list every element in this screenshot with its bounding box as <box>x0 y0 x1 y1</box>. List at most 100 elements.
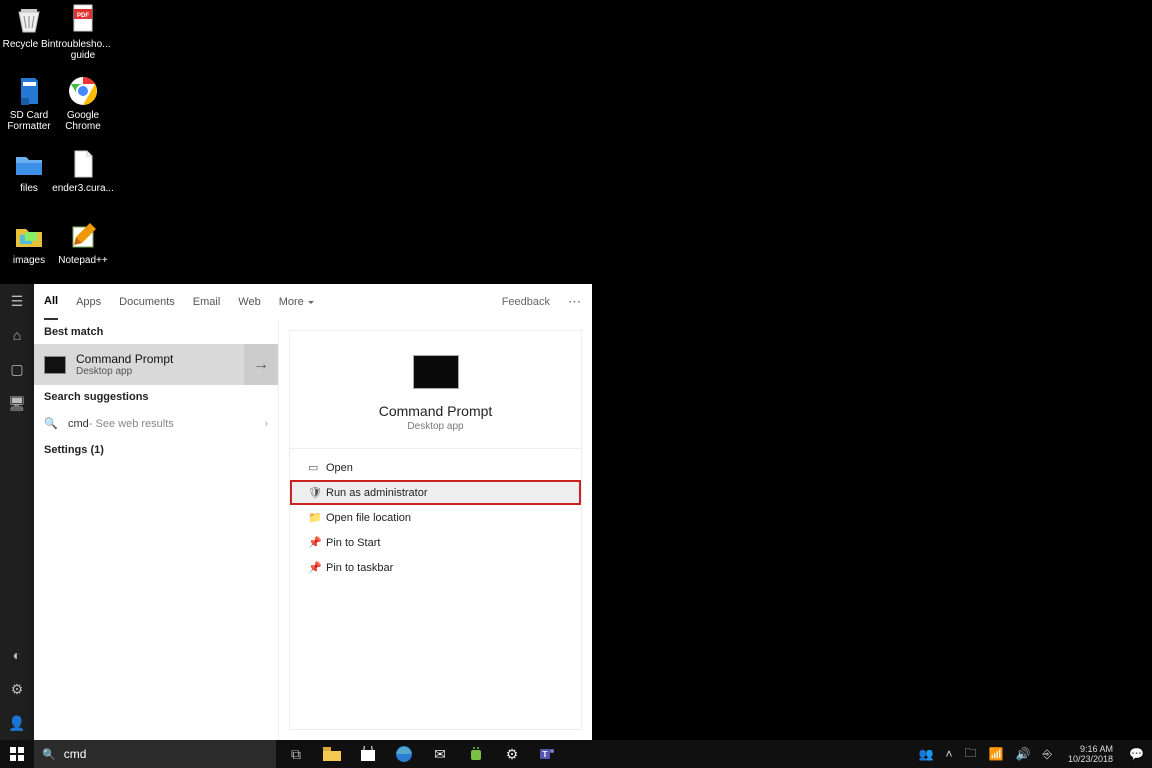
feedback-link[interactable]: Feedback <box>502 296 550 308</box>
taskbar-pinned-apps: ⧉ ✉ ⚙ T <box>280 740 564 768</box>
search-input[interactable] <box>64 747 268 761</box>
pin-start-icon: 📌 <box>308 536 326 549</box>
search-filter-tabs: All Apps Documents Email Web More Feedba… <box>34 284 592 320</box>
display-connect-icon[interactable]: ⎆ <box>1042 747 1052 762</box>
pdf-icon: PDF <box>66 3 100 37</box>
folder-images-icon <box>12 219 46 253</box>
clock-date: 10/23/2018 <box>1068 754 1113 764</box>
devices-icon[interactable]: 🖥 <box>0 386 34 420</box>
home-icon[interactable]: ⌂ <box>0 318 34 352</box>
taskbar-clock[interactable]: 9:16 AM 10/23/2018 <box>1064 744 1117 764</box>
desktop-icon-label: images <box>13 255 45 266</box>
people-icon[interactable]: 👥 <box>919 747 934 761</box>
tab-more[interactable]: More <box>279 284 314 320</box>
tab-all[interactable]: All <box>44 284 58 320</box>
taskbar-search-box[interactable]: 🔍 <box>34 740 276 768</box>
user-icon[interactable]: 👤 <box>0 706 34 740</box>
chevron-right-icon: › <box>264 418 268 430</box>
chrome-icon <box>66 74 100 108</box>
system-tray: 👥 ˄ 🗀 📶 🔊 ⎆ 9:16 AM 10/23/2018 💬 <box>911 740 1152 768</box>
teams-icon[interactable]: T <box>532 740 564 768</box>
volume-icon[interactable]: 🔊 <box>1015 747 1030 761</box>
folder-icon <box>12 147 46 181</box>
desktop-icon-chrome[interactable]: Google Chrome <box>56 74 110 132</box>
pin-taskbar-icon: 📌 <box>308 561 326 574</box>
android-icon[interactable] <box>460 740 492 768</box>
desktop-icon-label: Recycle Bin <box>3 39 56 50</box>
desktop-icon-label: ender3.cura... <box>52 183 114 194</box>
action-label: Pin to taskbar <box>326 562 393 574</box>
tab-web[interactable]: Web <box>238 284 260 320</box>
action-open-location[interactable]: 📁 Open file location <box>290 505 581 530</box>
action-center-icon[interactable]: 💬 <box>1129 747 1144 761</box>
clock-time: 9:16 AM <box>1068 744 1113 754</box>
svg-text:PDF: PDF <box>77 13 89 19</box>
desktop-icon-files[interactable]: files <box>2 147 56 194</box>
more-options-icon[interactable]: ⋯ <box>568 294 582 310</box>
desktop-icon-label: Google Chrome <box>56 110 110 132</box>
best-match-result[interactable]: Command Prompt Desktop app → <box>34 344 278 385</box>
desktop-icon-label: files <box>20 183 38 194</box>
svg-text:T: T <box>543 750 548 759</box>
action-pin-start[interactable]: 📌 Pin to Start <box>290 530 581 555</box>
section-settings: Settings (1) <box>34 438 278 462</box>
tab-email[interactable]: Email <box>193 284 221 320</box>
file-explorer-icon[interactable] <box>316 740 348 768</box>
action-pin-taskbar[interactable]: 📌 Pin to taskbar <box>290 555 581 580</box>
web-suggestion[interactable]: 🔍 cmd - See web results › <box>34 409 278 438</box>
open-icon: ▭ <box>308 461 326 474</box>
hamburger-icon[interactable]: ☰ <box>0 284 34 318</box>
preview-card: Command Prompt Desktop app ▭ Open 🛡 Run … <box>289 330 582 730</box>
folder-location-icon: 📁 <box>308 511 326 524</box>
suggestion-hint: - See web results <box>89 418 174 430</box>
cmd-icon <box>44 356 66 374</box>
search-icon: 🔍 <box>44 417 58 430</box>
desktop-icon-sd-formatter[interactable]: SD Card Formatter <box>2 74 56 132</box>
notebook-icon[interactable]: ▢ <box>0 352 34 386</box>
cmd-large-icon <box>413 355 459 389</box>
xbox-icon[interactable]: ◐ <box>0 638 34 672</box>
search-results-panel: All Apps Documents Email Web More Feedba… <box>34 284 592 740</box>
suggestion-query: cmd <box>68 418 89 430</box>
admin-shield-icon: 🛡 <box>308 486 326 499</box>
action-label: Open <box>326 462 353 474</box>
edge-icon[interactable] <box>388 740 420 768</box>
settings-icon[interactable]: ⚙ <box>496 740 528 768</box>
action-open[interactable]: ▭ Open <box>290 455 581 480</box>
desktop-icon-recycle-bin[interactable]: Recycle Bin <box>2 3 56 50</box>
action-run-as-admin[interactable]: 🛡 Run as administrator <box>290 480 581 505</box>
task-view-icon[interactable]: ⧉ <box>280 740 312 768</box>
desktop-icon-notepadpp[interactable]: Notepad++ <box>56 219 110 266</box>
taskbar: 🔍 ⧉ ✉ ⚙ T 👥 ˄ 🗀 📶 🔊 ⎆ 9:16 AM 10/23/201 <box>0 740 1152 768</box>
tab-apps[interactable]: Apps <box>76 284 101 320</box>
action-label: Pin to Start <box>326 537 380 549</box>
best-match-subtitle: Desktop app <box>76 366 173 377</box>
notepad-icon <box>66 219 100 253</box>
action-label: Open file location <box>326 512 411 524</box>
search-results-list: Best match Command Prompt Desktop app → … <box>34 320 279 740</box>
start-left-rail: ☰ ⌂ ▢ 🖥 ◐ ⚙ 👤 <box>0 284 34 740</box>
settings-gear-icon[interactable]: ⚙ <box>0 672 34 706</box>
preview-title: Command Prompt <box>379 403 493 419</box>
store-icon[interactable] <box>352 740 384 768</box>
desktop-icon-cura-file[interactable]: ender3.cura... <box>56 147 110 194</box>
tray-chevron-up-icon[interactable]: ˄ <box>945 747 952 761</box>
desktop-icon-pdf-guide[interactable]: PDF troublesho... guide <box>56 3 110 61</box>
desktop-icon-label: troublesho... guide <box>55 39 110 61</box>
section-suggestions: Search suggestions <box>34 385 278 409</box>
wifi-icon[interactable]: 📶 <box>988 747 1003 761</box>
file-icon <box>66 147 100 181</box>
section-best-match: Best match <box>34 320 278 344</box>
best-match-title: Command Prompt <box>76 352 173 366</box>
desktop-icon-label: SD Card Formatter <box>2 110 56 132</box>
search-icon: 🔍 <box>42 748 56 761</box>
battery-icon[interactable]: 🗀 <box>964 744 976 765</box>
mail-icon[interactable]: ✉ <box>424 740 456 768</box>
desktop-icon-images[interactable]: images <box>2 219 56 266</box>
sd-card-icon <box>12 74 46 108</box>
desktop-icon-label: Notepad++ <box>58 255 108 266</box>
preview-subtitle: Desktop app <box>407 421 463 432</box>
start-button[interactable] <box>0 740 34 768</box>
expand-arrow-icon[interactable]: → <box>244 344 278 385</box>
tab-documents[interactable]: Documents <box>119 284 175 320</box>
